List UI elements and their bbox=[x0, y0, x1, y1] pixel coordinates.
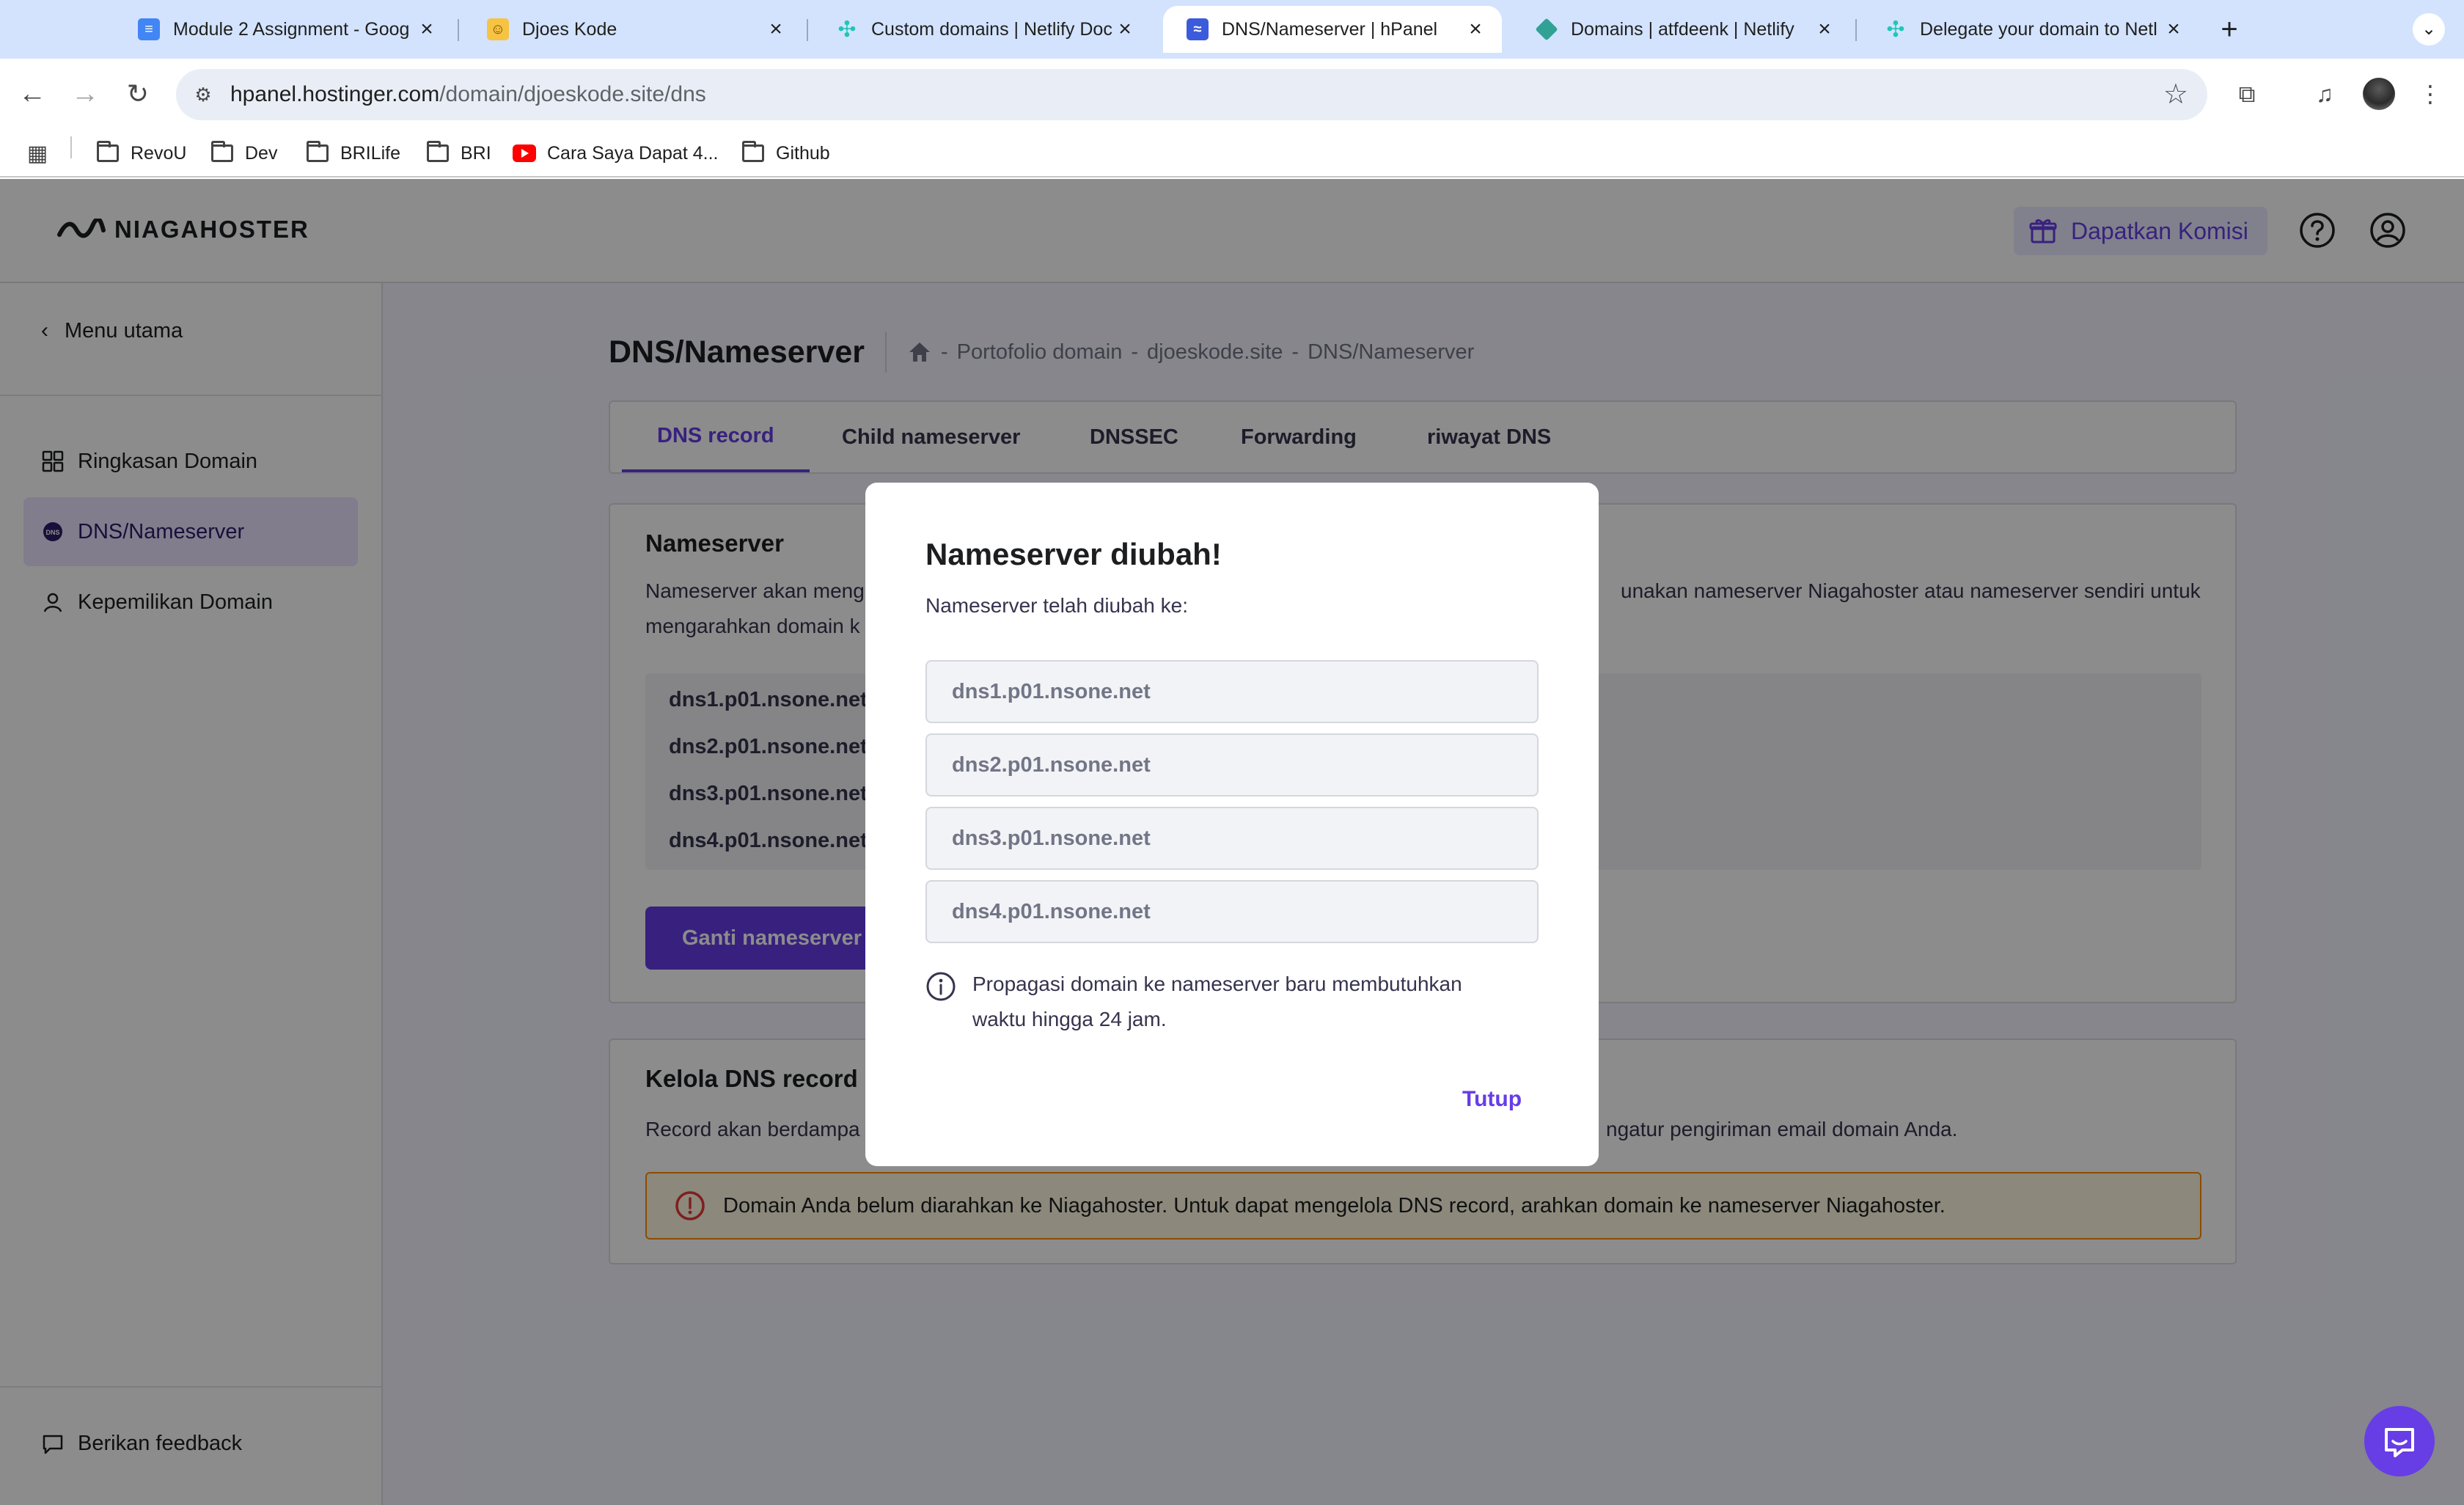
reload-icon[interactable]: ↻ bbox=[120, 76, 155, 111]
nameserver-field: dns2.p01.nsone.net bbox=[925, 733, 1539, 797]
hpanel-icon: ≈ bbox=[1187, 18, 1209, 40]
dialog-title: Nameserver diubah! bbox=[925, 537, 1222, 571]
tab-title: Delegate your domain to Netl bbox=[1920, 18, 2157, 40]
url-host: hpanel.hostinger.com bbox=[230, 82, 440, 106]
tab-close-icon[interactable]: × bbox=[764, 18, 788, 41]
browser-tab[interactable]: ✣ Delegate your domain to Netl × bbox=[1861, 6, 2200, 53]
propagation-text: Propagasi domain ke nameserver baru memb… bbox=[972, 973, 1462, 1030]
netlify-icon bbox=[1535, 18, 1558, 41]
tab-separator bbox=[1855, 19, 1857, 41]
tab-title: Module 2 Assignment - Goog bbox=[173, 18, 410, 40]
chat-icon bbox=[2385, 1428, 2414, 1457]
netlify-docs-icon: ✣ bbox=[837, 17, 857, 42]
live-chat-button[interactable] bbox=[2364, 1406, 2435, 1476]
site-settings-icon[interactable]: ⚙ bbox=[188, 79, 219, 110]
youtube-icon bbox=[512, 143, 537, 164]
bookmark-label: BRI bbox=[461, 142, 491, 164]
tab-separator bbox=[458, 19, 459, 41]
bookmark-youtube-video[interactable]: Cara Saya Dapat 4... bbox=[512, 139, 718, 167]
folder-icon bbox=[95, 141, 120, 164]
tab-title: Custom domains | Netlify Doc bbox=[871, 18, 1112, 40]
bookmarks-separator bbox=[70, 136, 72, 158]
browser-tab-active[interactable]: ≈ DNS/Nameserver | hPanel × bbox=[1163, 6, 1502, 53]
tab-close-icon[interactable]: × bbox=[1113, 18, 1137, 41]
google-docs-icon: ≡ bbox=[138, 18, 160, 40]
dialog-subtitle: Nameserver telah diubah ke: bbox=[925, 594, 1188, 617]
nameserver-field: dns3.p01.nsone.net bbox=[925, 807, 1539, 870]
url-path: /domain/djoeskode.site/dns bbox=[439, 82, 706, 106]
browser-tab[interactable]: ✣ Custom domains | Netlify Doc × bbox=[813, 6, 1151, 53]
new-tab-button[interactable]: + bbox=[2213, 13, 2245, 45]
bookmark-star-icon[interactable]: ☆ bbox=[2163, 78, 2188, 111]
extensions-icon[interactable]: ⧉ bbox=[2231, 78, 2263, 110]
folder-icon bbox=[741, 141, 766, 164]
bookmark-github[interactable]: Github bbox=[741, 139, 830, 167]
browser-toolbar: ← → ↻ ⚙ hpanel.hostinger.com/domain/djoe… bbox=[0, 59, 2464, 129]
browser-menu-icon[interactable]: ⋮ bbox=[2414, 78, 2446, 110]
tab-close-icon[interactable]: × bbox=[2162, 18, 2185, 41]
propagation-info: Propagasi domain ke nameserver baru memb… bbox=[925, 967, 1515, 1037]
tab-close-icon[interactable]: × bbox=[1813, 18, 1836, 41]
address-url[interactable]: hpanel.hostinger.com/domain/djoeskode.si… bbox=[230, 82, 706, 107]
bookmark-label: BRILife bbox=[340, 142, 400, 164]
forward-arrow-icon[interactable]: → bbox=[67, 76, 103, 111]
tab-search-button[interactable]: ⌄ bbox=[2413, 13, 2445, 45]
bookmark-revou[interactable]: RevoU bbox=[95, 139, 186, 167]
bookmark-label: Cara Saya Dapat 4... bbox=[547, 142, 719, 164]
tab-title: Djoes Kode bbox=[522, 18, 617, 40]
bookmark-dev[interactable]: Dev bbox=[210, 139, 277, 167]
apps-grid-icon[interactable]: ▦ bbox=[25, 139, 60, 167]
browser-tab[interactable]: ≡ Module 2 Assignment - Goog × bbox=[114, 6, 453, 53]
media-control-icon[interactable]: ♫ bbox=[2309, 78, 2341, 110]
tab-close-icon[interactable]: × bbox=[1464, 18, 1487, 41]
nameserver-field: dns1.p01.nsone.net bbox=[925, 660, 1539, 723]
address-bar[interactable]: ⚙ hpanel.hostinger.com/domain/djoeskode.… bbox=[176, 69, 2207, 120]
tab-separator bbox=[807, 19, 808, 41]
bookmark-label: Github bbox=[776, 142, 830, 164]
back-arrow-icon[interactable]: ← bbox=[15, 76, 50, 111]
bookmark-brilife[interactable]: BRILife bbox=[305, 139, 400, 167]
profile-avatar[interactable] bbox=[2363, 78, 2395, 110]
browser-tab[interactable]: Domains | atfdeenk | Netlify × bbox=[1512, 6, 1851, 53]
folder-icon bbox=[210, 141, 235, 164]
browser-tab-strip: ≡ Module 2 Assignment - Goog × ☺ Djoes K… bbox=[0, 0, 2464, 59]
bookmarks-bar: ▦ RevoU Dev BRILife BRI Cara Saya Dapat … bbox=[0, 129, 2464, 177]
nameserver-field: dns4.p01.nsone.net bbox=[925, 880, 1539, 943]
folder-icon bbox=[305, 141, 330, 164]
tab-close-icon[interactable]: × bbox=[415, 18, 439, 41]
info-icon bbox=[926, 972, 956, 1001]
nameserver-changed-dialog: Nameserver diubah! Nameserver telah diub… bbox=[865, 483, 1599, 1166]
tab-title: DNS/Nameserver | hPanel bbox=[1222, 18, 1438, 40]
folder-icon bbox=[425, 141, 450, 164]
browser-tab[interactable]: ☺ Djoes Kode × bbox=[463, 6, 802, 53]
bookmark-label: Dev bbox=[245, 142, 278, 164]
close-dialog-button[interactable]: Tutup bbox=[1462, 1087, 1522, 1112]
djoes-kode-icon: ☺ bbox=[487, 18, 509, 40]
bookmark-bri[interactable]: BRI bbox=[425, 139, 491, 167]
netlify-docs-icon: ✣ bbox=[1886, 17, 1905, 42]
bookmark-label: RevoU bbox=[131, 142, 187, 164]
tab-title: Domains | atfdeenk | Netlify bbox=[1571, 18, 1794, 40]
